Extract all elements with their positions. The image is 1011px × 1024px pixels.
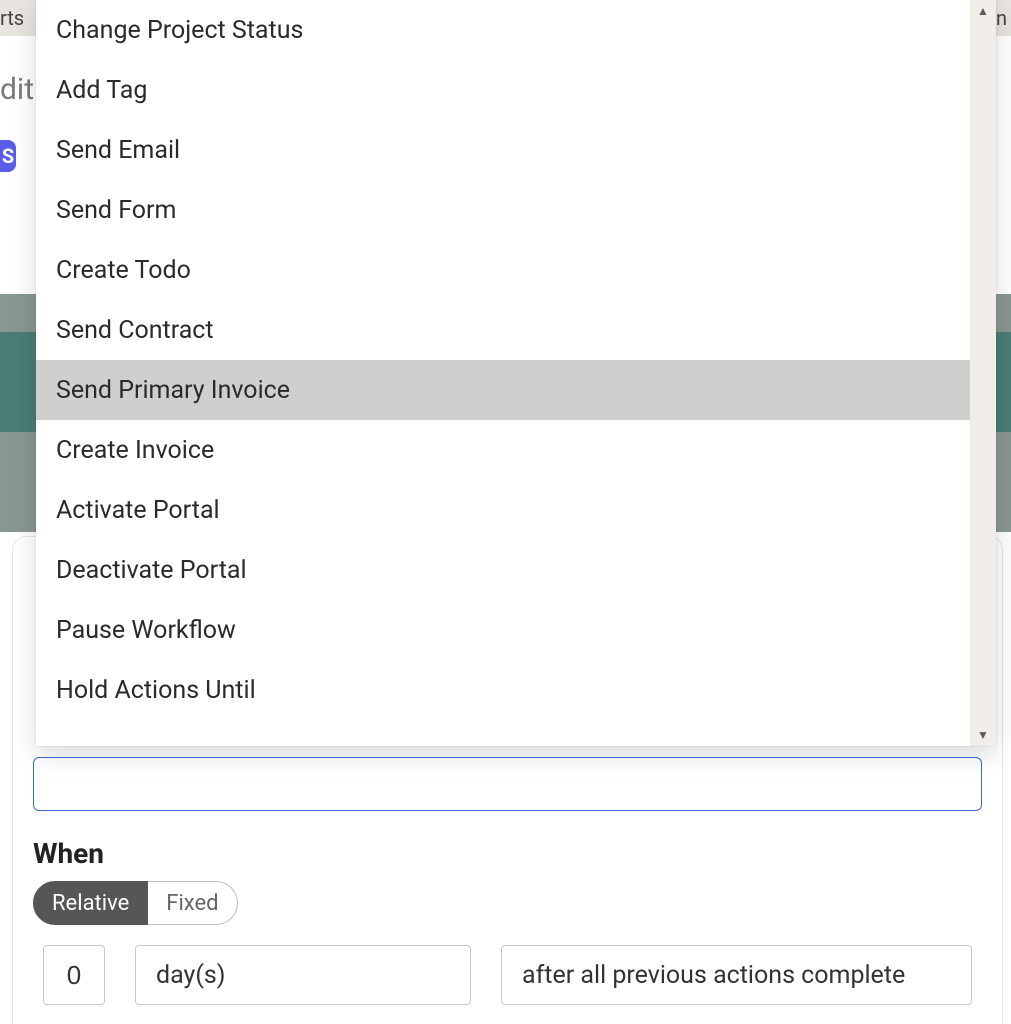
dropdown-item-label: Deactivate Portal xyxy=(56,556,247,585)
dropdown-item[interactable]: Pause Workflow xyxy=(36,600,970,660)
action-type-select[interactable] xyxy=(33,757,982,811)
dropdown-item[interactable]: Send Contract xyxy=(36,300,970,360)
offset-trigger-select[interactable]: after all previous actions complete xyxy=(501,945,972,1005)
offset-unit-select[interactable]: day(s) xyxy=(135,945,471,1005)
dropdown-scrollbar[interactable]: ▲ ▼ xyxy=(970,0,996,746)
sidebar-badge: S xyxy=(0,140,16,172)
dropdown-item-label: Pause Workflow xyxy=(56,616,236,645)
toggle-relative-label: Relative xyxy=(52,891,129,916)
dropdown-item[interactable]: Create Invoice xyxy=(36,420,970,480)
dropdown-item-label: Hold Actions Until xyxy=(56,676,256,705)
top-bar-right-fragment: n xyxy=(996,6,1007,30)
dropdown-item-label: Send Contract xyxy=(56,316,214,345)
scroll-down-icon[interactable]: ▼ xyxy=(977,728,989,742)
dropdown-item[interactable]: Send Form xyxy=(36,180,970,240)
dropdown-item-label: Create Invoice xyxy=(56,436,214,465)
offset-trigger-label: after all previous actions complete xyxy=(522,961,905,990)
when-label: When xyxy=(33,837,104,870)
dropdown-item-label: Create Todo xyxy=(56,256,191,285)
scroll-up-icon[interactable]: ▲ xyxy=(977,4,989,18)
dropdown-item[interactable]: Send Primary Invoice xyxy=(36,360,970,420)
dropdown-item-label: Send Form xyxy=(56,196,176,225)
dropdown-item-label: Activate Portal xyxy=(56,496,220,525)
dropdown-item[interactable]: Create Todo xyxy=(36,240,970,300)
toggle-fixed-label: Fixed xyxy=(166,891,218,916)
when-toggle-group: Relative Fixed xyxy=(33,881,238,925)
dropdown-item-label: Add Tag xyxy=(56,76,147,105)
dropdown-item[interactable]: Send Email xyxy=(36,120,970,180)
action-type-dropdown: Change Project Status Add Tag Send Email Se… xyxy=(36,0,996,746)
offset-unit-label: day(s) xyxy=(156,961,226,990)
dropdown-item[interactable]: Change Project Status xyxy=(36,0,970,60)
toggle-relative[interactable]: Relative xyxy=(33,881,148,925)
edit-label-fragment: dit xyxy=(0,72,34,107)
when-inputs-row: day(s) after all previous actions comple… xyxy=(43,945,972,1005)
dropdown-item[interactable]: Deactivate Portal xyxy=(36,540,970,600)
dropdown-item-label: Send Primary Invoice xyxy=(56,376,290,405)
dropdown-item-label: Change Project Status xyxy=(56,16,303,45)
action-type-dropdown-list: Change Project Status Add Tag Send Email Se… xyxy=(36,0,970,746)
toggle-fixed[interactable]: Fixed xyxy=(147,881,237,925)
dropdown-item[interactable]: Hold Actions Until xyxy=(36,660,970,720)
dropdown-item[interactable]: Add Tag xyxy=(36,60,970,120)
top-bar-left-fragment: rts xyxy=(0,6,24,30)
dropdown-item-label: Send Email xyxy=(56,136,180,165)
dropdown-item[interactable]: Activate Portal xyxy=(36,480,970,540)
offset-number-input[interactable] xyxy=(43,945,105,1005)
